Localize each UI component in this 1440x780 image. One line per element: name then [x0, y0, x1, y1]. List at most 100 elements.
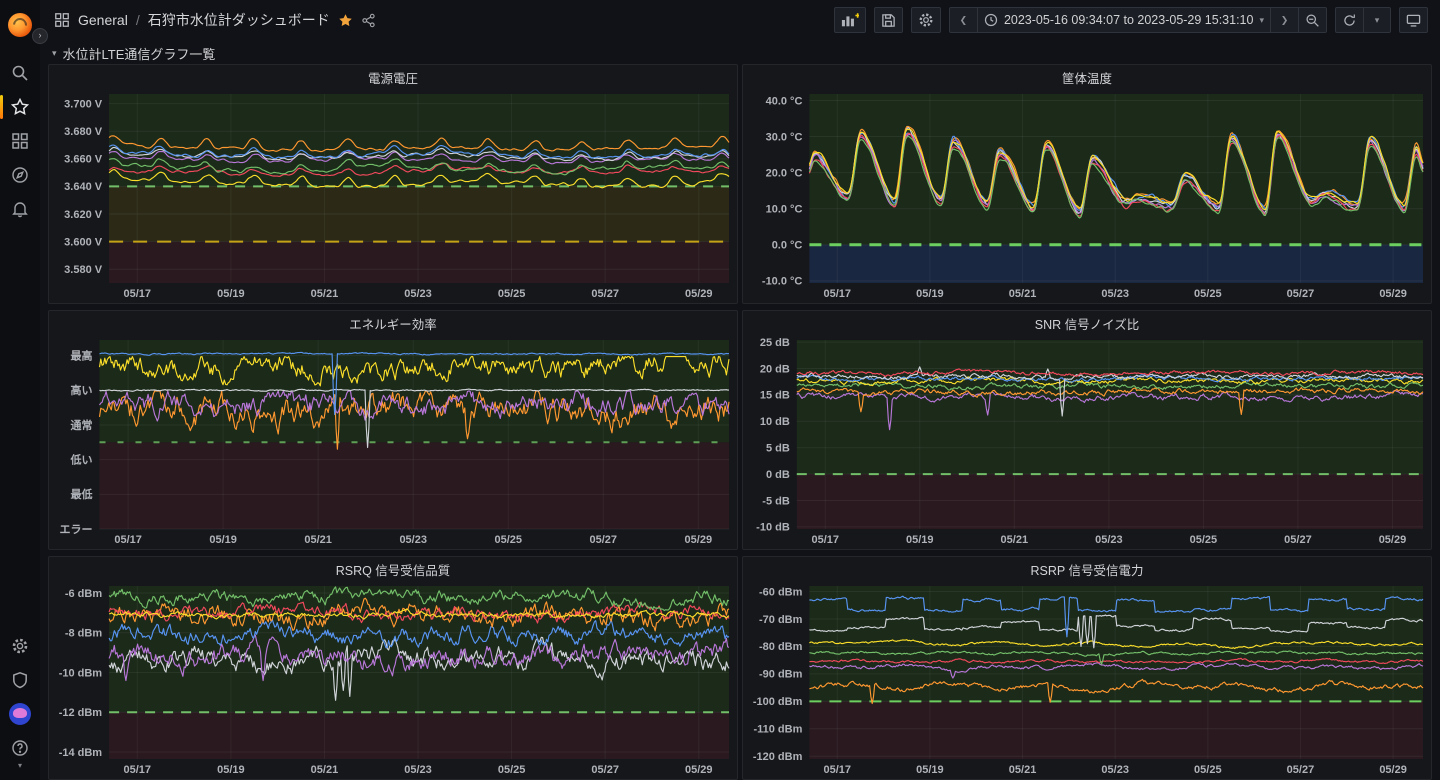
svg-text:05/27: 05/27 — [591, 764, 619, 776]
svg-text:3.660 V: 3.660 V — [64, 154, 103, 166]
svg-text:05/27: 05/27 — [591, 288, 619, 300]
panel-energy-efficiency: エネルギー効率 最高高い通常低い最低エラー05/1705/1905/2105/2… — [48, 310, 738, 550]
panel-plot[interactable]: -60 dBm-70 dBm-80 dBm-90 dBm-100 dBm-110… — [743, 581, 1431, 779]
svg-text:05/21: 05/21 — [304, 534, 332, 546]
svg-text:05/17: 05/17 — [124, 764, 152, 776]
monitor-icon — [1406, 13, 1421, 28]
sidebar-expand-button[interactable]: › — [32, 28, 48, 44]
svg-text:-60 dBm: -60 dBm — [759, 586, 803, 598]
svg-text:05/23: 05/23 — [1095, 534, 1123, 546]
svg-text:-80 dBm: -80 dBm — [759, 641, 803, 653]
svg-text:05/19: 05/19 — [217, 288, 245, 300]
panel-plot[interactable]: -6 dBm-8 dBm-10 dBm-12 dBm-14 dBm05/1705… — [49, 581, 737, 779]
dashboard-settings-button[interactable] — [911, 7, 941, 33]
snr-chart[interactable]: 25 dB20 dB15 dB10 dB5 dB0 dB-5 dB-10 dB0… — [743, 335, 1431, 549]
sidebar: › ▾ — [0, 0, 40, 780]
svg-text:05/21: 05/21 — [1009, 764, 1037, 776]
panel-plot[interactable]: 40.0 °C30.0 °C20.0 °C10.0 °C0.0 °C-10.0 … — [743, 89, 1431, 303]
panel-title[interactable]: RSRP 信号受信電力 — [743, 557, 1431, 581]
compass-icon — [11, 166, 29, 184]
svg-text:05/17: 05/17 — [124, 288, 152, 300]
sidebar-bottom: ▾ — [6, 629, 34, 770]
power-voltage-chart[interactable]: 3.700 V3.680 V3.660 V3.640 V3.620 V3.600… — [49, 89, 737, 303]
sidebar-item-search[interactable] — [6, 59, 34, 87]
svg-text:05/29: 05/29 — [1379, 764, 1407, 776]
sidebar-item-profile[interactable] — [6, 700, 34, 728]
zoom-out-time-button[interactable] — [1298, 7, 1327, 33]
svg-text:05/25: 05/25 — [1194, 288, 1222, 300]
panel-plot[interactable]: 25 dB20 dB15 dB10 dB5 dB0 dB-5 dB-10 dB0… — [743, 335, 1431, 549]
svg-text:-110 dBm: -110 dBm — [753, 724, 802, 736]
chevron-left-icon: ❮ — [960, 15, 968, 26]
svg-text:05/25: 05/25 — [1194, 764, 1222, 776]
svg-text:05/27: 05/27 — [1287, 288, 1315, 300]
panel-enclosure-temperature: 筐体温度 40.0 °C30.0 °C20.0 °C10.0 °C0.0 °C-… — [742, 64, 1432, 304]
time-shift-forward-button[interactable]: ❯ — [1270, 7, 1298, 33]
svg-text:05/17: 05/17 — [811, 534, 839, 546]
svg-text:05/19: 05/19 — [916, 764, 944, 776]
svg-text:-70 dBm: -70 dBm — [759, 614, 803, 626]
enclosure-temperature-chart[interactable]: 40.0 °C30.0 °C20.0 °C10.0 °C0.0 °C-10.0 … — [743, 89, 1431, 303]
time-range-picker[interactable]: 2023-05-16 09:34:07 to 2023-05-29 15:31:… — [977, 7, 1270, 33]
sidebar-item-alerting[interactable] — [6, 195, 34, 223]
panel-rsrq: RSRQ 信号受信品質 -6 dBm-8 dBm-10 dBm-12 dBm-1… — [48, 556, 738, 780]
sidebar-item-help[interactable] — [6, 734, 34, 762]
sidebar-item-explore[interactable] — [6, 161, 34, 189]
panel-title[interactable]: RSRQ 信号受信品質 — [49, 557, 737, 581]
save-dashboard-button[interactable] — [874, 7, 903, 33]
rsrp-chart[interactable]: -60 dBm-70 dBm-80 dBm-90 dBm-100 dBm-110… — [743, 581, 1431, 779]
add-panel-button[interactable] — [834, 7, 866, 33]
main-column: General / 石狩市水位計ダッシュボード ❮ — [40, 0, 1440, 780]
row-header-lte[interactable]: ▾ 水位計LTE通信グラフ一覧 — [48, 42, 1432, 64]
svg-text:05/25: 05/25 — [1190, 534, 1218, 546]
help-icon — [11, 739, 29, 757]
svg-text:3.700 V: 3.700 V — [64, 98, 103, 110]
svg-text:05/23: 05/23 — [404, 764, 432, 776]
svg-text:40.0 °C: 40.0 °C — [766, 95, 803, 107]
panel-plot[interactable]: 3.700 V3.680 V3.660 V3.640 V3.620 V3.600… — [49, 89, 737, 303]
svg-text:05/25: 05/25 — [494, 534, 522, 546]
panel-plot[interactable]: 最高高い通常低い最低エラー05/1705/1905/2105/2305/2505… — [49, 335, 737, 549]
panel-title[interactable]: エネルギー効率 — [49, 311, 737, 335]
svg-text:最高: 最高 — [71, 348, 93, 362]
svg-text:05/17: 05/17 — [114, 534, 142, 546]
kiosk-mode-button[interactable] — [1399, 7, 1428, 33]
save-icon — [881, 13, 896, 28]
svg-text:05/29: 05/29 — [1379, 534, 1407, 546]
settings-gear-icon — [918, 12, 934, 28]
svg-text:低い: 低い — [70, 452, 93, 466]
panel-grid: 電源電圧 3.700 V3.680 V3.660 V3.640 V3.620 V… — [48, 64, 1432, 780]
rsrq-chart[interactable]: -6 dBm-8 dBm-10 dBm-12 dBm-14 dBm05/1705… — [49, 581, 737, 779]
sidebar-item-configuration[interactable] — [6, 632, 34, 660]
time-shift-back-button[interactable]: ❮ — [949, 7, 977, 33]
grafana-logo[interactable] — [6, 11, 34, 39]
svg-text:最低: 最低 — [71, 487, 93, 501]
svg-text:-90 dBm: -90 dBm — [759, 669, 803, 681]
refresh-interval-button[interactable]: ▾ — [1363, 7, 1391, 33]
top-navbar: General / 石狩市水位計ダッシュボード ❮ — [40, 0, 1440, 40]
breadcrumb: General / 石狩市水位計ダッシュボード — [54, 10, 376, 30]
breadcrumb-section[interactable]: General — [78, 12, 128, 28]
svg-text:05/27: 05/27 — [1284, 534, 1312, 546]
sidebar-item-starred[interactable] — [6, 93, 34, 121]
svg-text:3.620 V: 3.620 V — [64, 209, 103, 221]
svg-text:05/21: 05/21 — [311, 764, 339, 776]
svg-text:3.680 V: 3.680 V — [64, 126, 103, 138]
sidebar-item-server-admin[interactable] — [6, 666, 34, 694]
svg-text:0 dB: 0 dB — [766, 469, 790, 481]
panel-title[interactable]: SNR 信号ノイズ比 — [743, 311, 1431, 335]
svg-text:05/21: 05/21 — [1001, 534, 1029, 546]
dashboard-grid-icon — [54, 12, 70, 28]
refresh-button[interactable] — [1335, 7, 1363, 33]
panel-title[interactable]: 筐体温度 — [743, 65, 1431, 89]
share-icon[interactable] — [361, 13, 376, 28]
refresh-group: ▾ — [1335, 7, 1391, 33]
energy-efficiency-chart[interactable]: 最高高い通常低い最低エラー05/1705/1905/2105/2305/2505… — [49, 335, 737, 549]
chevron-down-icon: ▾ — [1375, 15, 1380, 26]
favorite-star-icon[interactable] — [338, 13, 353, 28]
svg-text:05/17: 05/17 — [824, 764, 852, 776]
refresh-icon — [1342, 13, 1357, 28]
sidebar-item-dashboards[interactable] — [6, 127, 34, 155]
panel-title[interactable]: 電源電圧 — [49, 65, 737, 89]
chevron-down-icon: ▾ — [1259, 15, 1264, 26]
